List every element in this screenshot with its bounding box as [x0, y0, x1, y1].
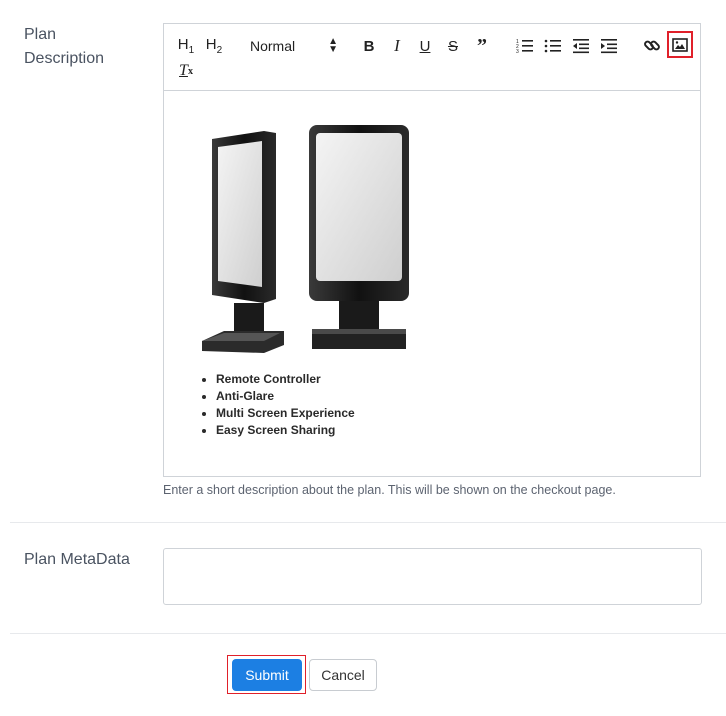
rich-text-editor[interactable]: H1 H2 Normal ▲ ▼ B I U S ” 123 T x • Rem… — [163, 23, 701, 477]
outdent-icon[interactable] — [571, 35, 591, 57]
link-icon[interactable] — [642, 35, 662, 57]
list-item: Easy Screen Sharing — [216, 422, 355, 439]
bold-icon[interactable]: B — [360, 35, 378, 57]
divider — [10, 633, 726, 634]
plan-description-label: Plan Description — [24, 26, 105, 67]
clear-format-icon[interactable]: Tx — [176, 60, 196, 82]
format-select[interactable]: Normal ▲ ▼ — [250, 35, 338, 57]
divider — [10, 522, 726, 523]
submit-button[interactable]: Submit — [232, 659, 302, 691]
underline-icon[interactable]: U — [416, 35, 434, 57]
editor-content[interactable]: Remote Controller Anti-Glare Multi Scree… — [164, 91, 700, 476]
svg-text:3: 3 — [516, 49, 519, 54]
italic-icon[interactable]: I — [388, 35, 406, 57]
plan-metadata-label: Plan MetaData — [24, 551, 130, 568]
image-icon[interactable] — [667, 31, 693, 58]
bullet-list-icon[interactable] — [543, 35, 563, 57]
feature-list: Remote Controller Anti-Glare Multi Scree… — [202, 371, 355, 439]
list-item: Multi Screen Experience — [216, 405, 355, 422]
strikethrough-icon[interactable]: S — [444, 35, 462, 57]
editor-toolbar: H1 H2 Normal ▲ ▼ B I U S ” 123 T x — [164, 24, 700, 91]
heading-2-button[interactable]: H2 — [204, 35, 224, 57]
indent-icon[interactable] — [599, 35, 619, 57]
plan-description-help: Enter a short description about the plan… — [163, 483, 616, 497]
chevron-updown-icon: ▲ ▼ — [328, 36, 338, 55]
heading-1-button[interactable]: H1 — [176, 35, 196, 57]
cancel-button[interactable]: Cancel — [309, 659, 377, 691]
list-item: Anti-Glare — [216, 388, 355, 405]
plan-metadata-field[interactable] — [163, 548, 702, 605]
list-item: Remote Controller — [216, 371, 355, 388]
kiosk-image — [202, 125, 409, 353]
blockquote-icon[interactable]: ” — [472, 35, 492, 57]
ordered-list-icon[interactable]: 123 — [515, 35, 535, 57]
